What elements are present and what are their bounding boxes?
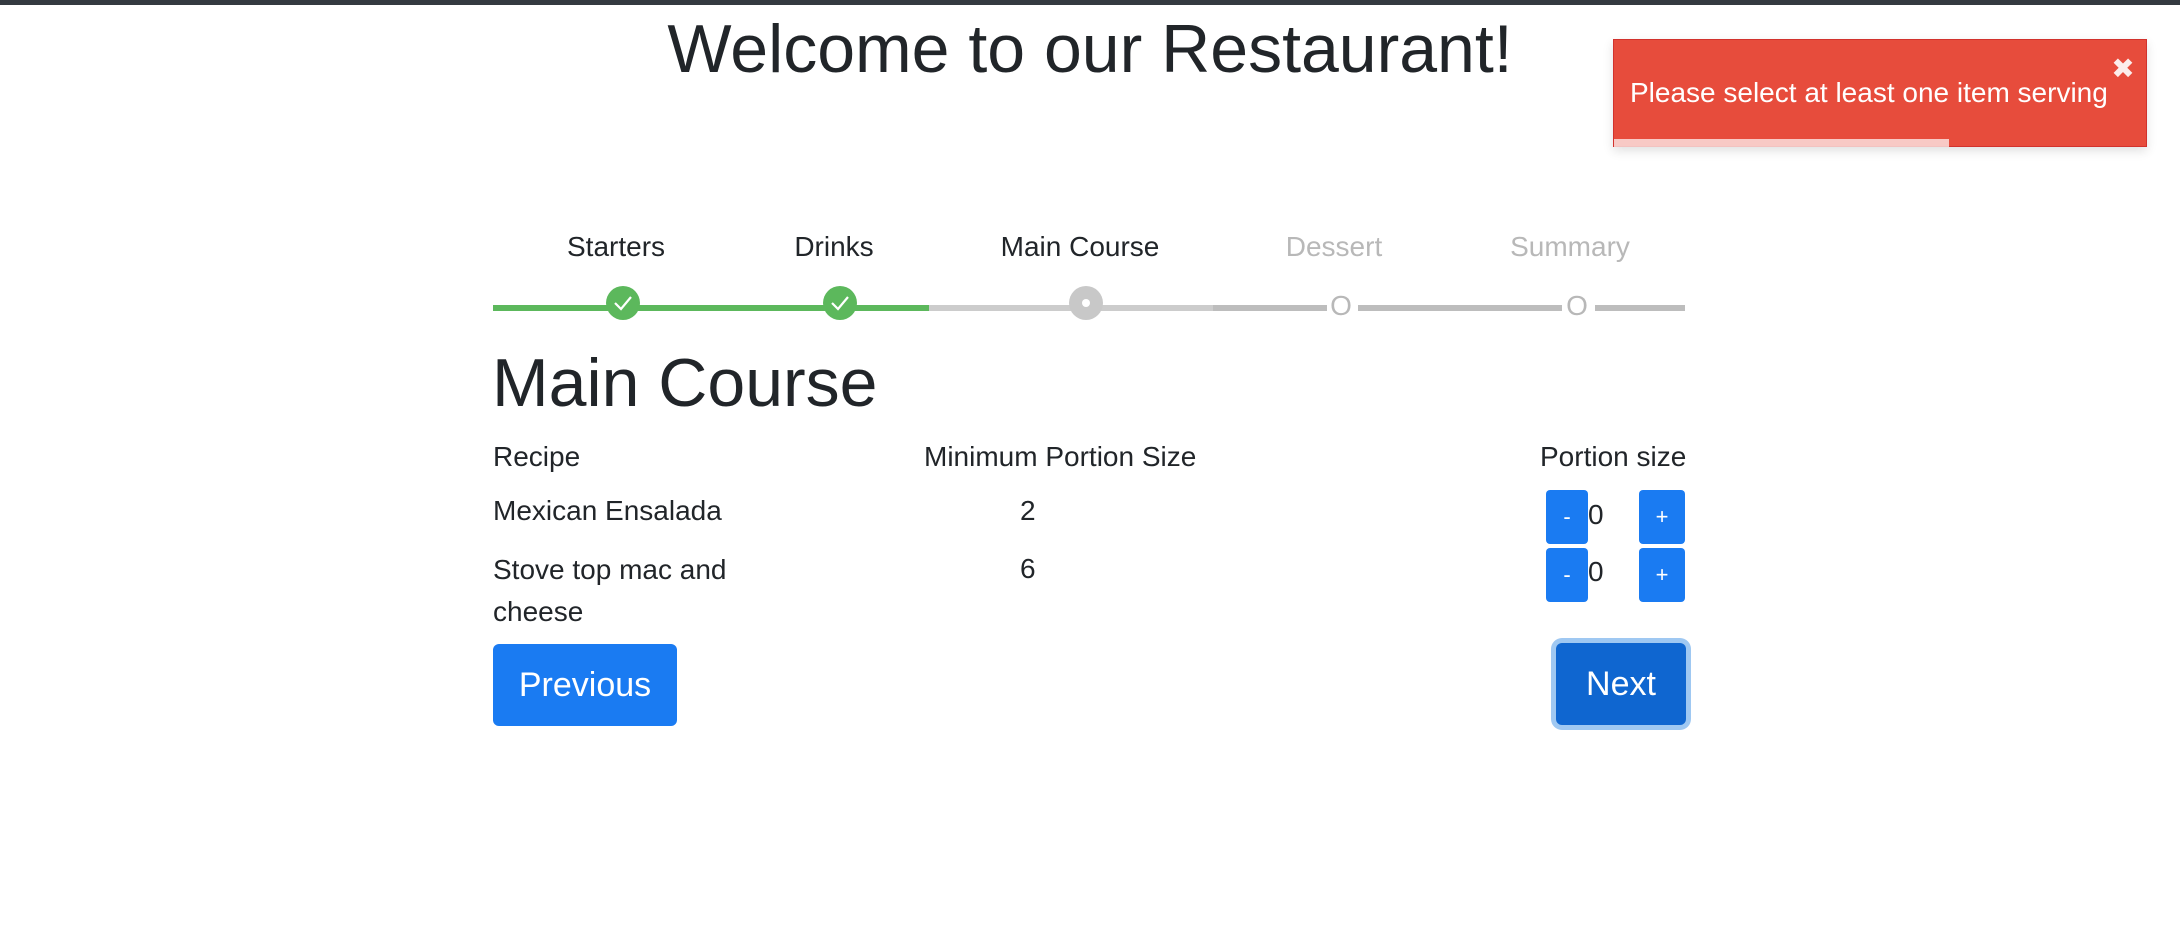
close-icon[interactable]: ✖ [2110,55,2136,83]
next-button[interactable]: Next [1556,643,1686,725]
order-stepper: Starters Drinks Main Course Dessert O Su… [493,220,1685,320]
increase-portion-button[interactable]: + [1639,490,1685,544]
recipe-name: Stove top mac and cheese [493,554,727,627]
column-header-recipe: Recipe [493,441,581,472]
top-border [0,0,2180,5]
pending-step-icon: O [1566,290,1588,321]
pending-step-icon: O [1330,290,1352,321]
check-icon[interactable] [606,286,640,320]
increase-portion-button[interactable]: + [1639,548,1685,602]
pending-step-marker: O [1566,290,1588,321]
stepper-line-complete [493,305,929,311]
current-step-icon[interactable] [1069,286,1103,320]
error-toast[interactable]: Please select at least one item serving … [1613,39,2147,147]
min-portion-value: 6 [1020,553,1036,584]
pending-step-marker: O [1330,290,1352,321]
step-label-main-course[interactable]: Main Course [1001,230,1160,264]
toast-progress-bar [1614,139,1950,147]
column-header-portion: Portion size [1540,441,1687,472]
recipe-name: Mexican Ensalada [493,495,722,526]
previous-button[interactable]: Previous [493,644,677,726]
section-title: Main Course [492,345,878,421]
decrease-portion-button[interactable]: - [1546,490,1588,544]
portion-value: 0 [1588,556,1604,587]
toast-message: Please select at least one item serving [1630,77,2108,108]
portion-value: 0 [1588,499,1604,530]
step-label-summary: Summary [1510,231,1630,262]
check-icon[interactable] [823,286,857,320]
column-header-min-portion: Minimum Portion Size [924,441,1197,472]
step-label-starters[interactable]: Starters [567,230,665,264]
decrease-portion-button[interactable]: - [1546,548,1588,602]
step-label-drinks[interactable]: Drinks [794,230,873,264]
min-portion-value: 2 [1020,495,1036,526]
stepper-line-pending [1595,305,1685,311]
step-label-dessert: Dessert [1285,231,1383,262]
stepper-line-pending [1213,305,1327,311]
stepper-line-pending [1358,305,1562,311]
